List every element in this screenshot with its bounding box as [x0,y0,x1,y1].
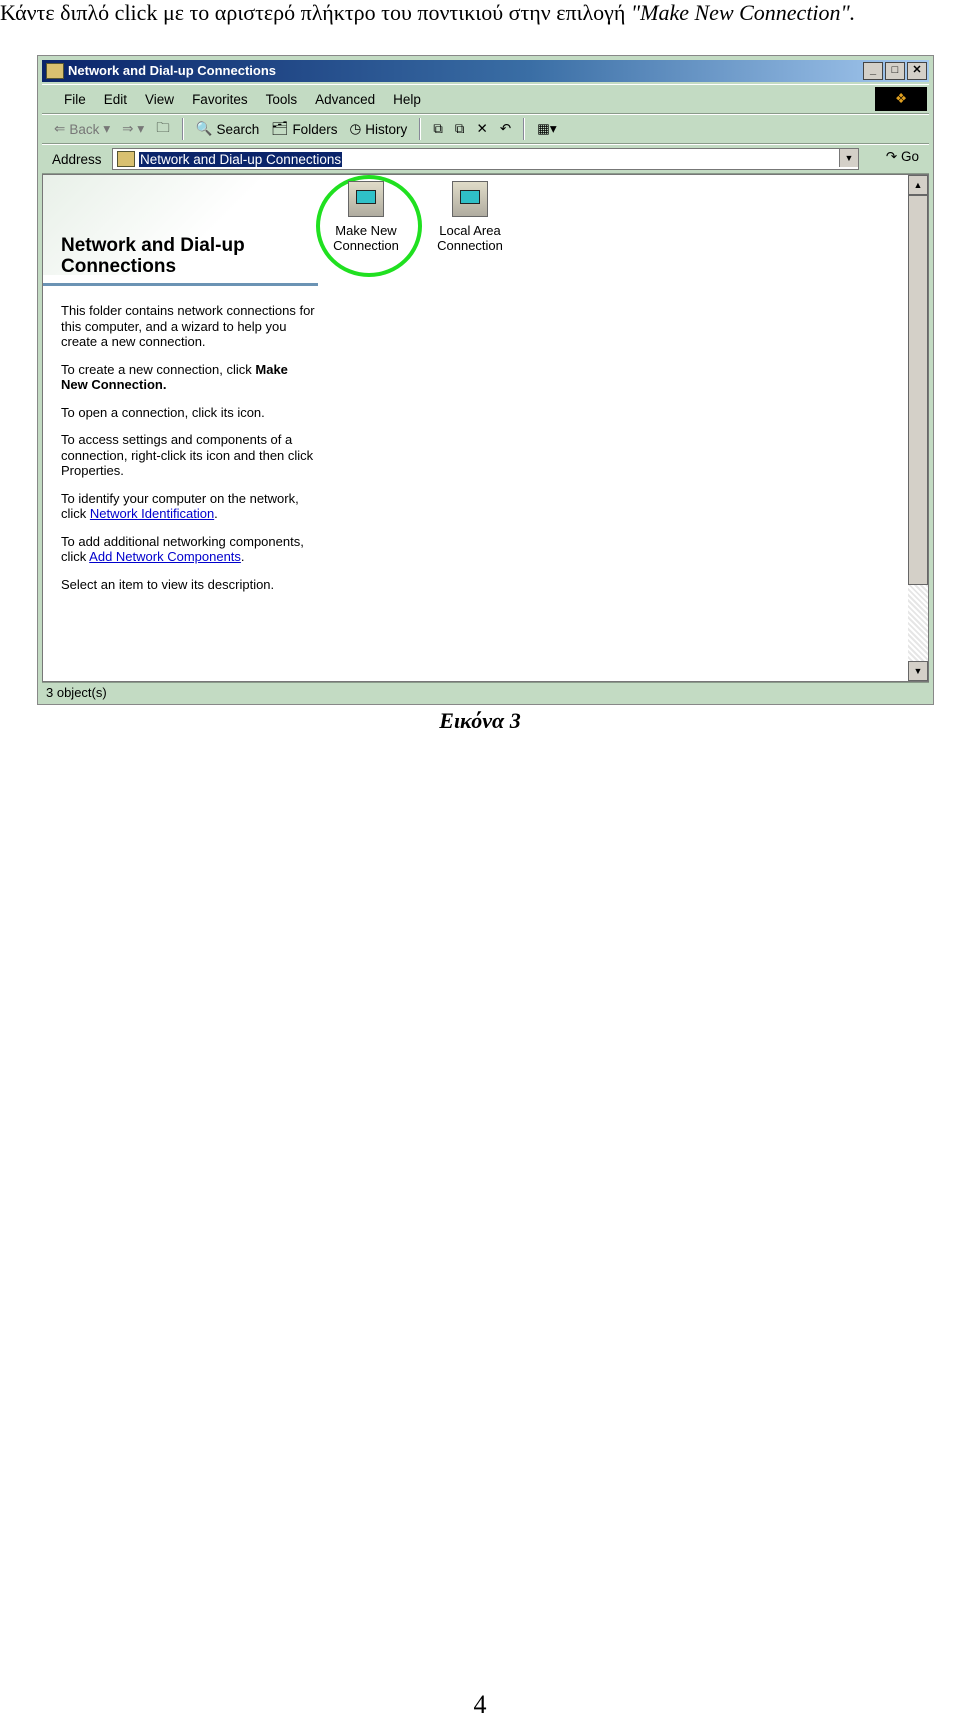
address-bar: Address Network and Dial-up Connections … [42,144,929,174]
address-input[interactable]: Network and Dial-up Connections ▼ [112,148,859,170]
folder-network-icon [117,151,135,167]
go-arrow-icon: ↷ [885,149,898,164]
instruction-body: Κάντε διπλό click με το αριστερό πλήκτρο… [0,0,631,25]
history-icon: ◷ [349,121,362,136]
address-value: Network and Dial-up Connections [139,151,343,167]
lan-connection-icon [452,181,488,217]
desc-p7: Select an item to view its description. [61,576,275,592]
menu-file[interactable]: File [64,92,86,107]
explorer-window: Network and Dial-up Connections _ □ ✕ Fi… [37,55,934,705]
panel-title: Network and Dial-up Connections [61,235,245,277]
instruction-text: Κάντε διπλό click με το αριστερό πλήκτρο… [0,0,855,26]
toolbar: ⇐ Back ▾ ⇒ ▾ 🗀 🔍 Search 🗂 Folders ◷ History … [42,114,929,144]
up-folder-button[interactable]: 🗀 [156,118,170,141]
up-folder-icon: 🗀 [156,119,170,135]
scroll-down-button[interactable]: ▼ [908,661,928,681]
network-identification-link[interactable]: Network Identification [90,506,214,521]
desc-p5: To identify your computer on the network… [61,491,316,522]
history-button[interactable]: ◷ History [349,121,407,137]
scroll-thumb[interactable] [908,195,928,585]
forward-arrow-icon: ⇒ [122,121,134,136]
menu-help[interactable]: Help [393,92,421,107]
search-label: Search [216,121,260,137]
copy-to-button[interactable]: ⧉ [455,121,465,137]
divider [181,118,184,140]
title-bar[interactable]: Network and Dial-up Connections _ □ ✕ [42,60,929,82]
undo-icon: ↶ [499,121,512,136]
search-button[interactable]: 🔍 Search [196,121,260,137]
copy-to-icon: ⧉ [454,121,465,136]
menu-advanced[interactable]: Advanced [315,92,375,107]
menu-edit[interactable]: Edit [104,92,127,107]
t: To create a new connection, click [61,361,256,377]
desc-p2: To create a new connection, click Make N… [61,362,316,393]
item-label: Make New Connection [333,223,399,253]
divider [419,118,422,140]
info-panel: Network and Dial-up Connections This fol… [43,175,318,681]
forward-button[interactable]: ⇒ ▾ [122,121,144,137]
windows-logo-icon: ❖ [875,87,927,111]
item-label: Local Area Connection [437,223,503,253]
desc-p3: To open a connection, click its icon. [61,404,265,420]
divider [523,118,526,140]
go-button[interactable]: ↷ Go [886,149,919,165]
views-icon: ▦▾ [537,121,557,136]
delete-icon: ✕ [476,121,488,136]
folder-view: Network and Dial-up Connections This fol… [42,174,929,682]
back-button[interactable]: ⇐ Back ▾ [54,121,110,137]
address-dropdown-button[interactable]: ▼ [839,149,858,167]
vertical-scrollbar[interactable]: ▲ ▼ [908,175,928,681]
figure-caption: Εικόνα 3 [439,708,521,733]
make-new-connection-icon [348,181,384,217]
divider [43,283,318,286]
scroll-up-button[interactable]: ▲ [908,175,928,195]
menu-tools[interactable]: Tools [266,92,298,107]
go-label: Go [900,149,919,164]
folders-label: Folders [292,121,338,137]
back-label: Back [69,121,100,137]
folders-icon: 🗂 [271,121,289,136]
t: . [240,549,245,564]
menu-favorites[interactable]: Favorites [192,92,248,107]
instruction-quote: "Make New Connection". [630,0,856,25]
desc-p4: To access settings and components of a c… [61,432,314,478]
page-number: 4 [473,1690,487,1719]
back-arrow-icon: ⇐ [54,121,66,136]
desc-p1: This folder contains network connections… [61,303,315,349]
move-to-button[interactable]: ⧉ [433,121,443,137]
status-bar: 3 object(s) [42,682,929,703]
search-icon: 🔍 [195,121,213,136]
local-area-connection-item[interactable]: Local Area Connection [425,181,515,253]
minimize-button[interactable]: _ [863,62,883,80]
views-button[interactable]: ▦▾ [537,121,557,137]
folders-button[interactable]: 🗂 Folders [271,121,337,137]
close-button[interactable]: ✕ [907,62,927,80]
panel-description: This folder contains network connections… [61,303,316,604]
address-label: Address [52,151,102,167]
t: . [214,506,218,521]
maximize-button[interactable]: □ [885,62,905,80]
menu-bar: File Edit View Favorites Tools Advanced … [42,84,929,114]
desc-p6: To add additional networking components,… [61,534,316,565]
undo-button[interactable]: ↶ [500,121,511,137]
menu-view[interactable]: View [145,92,174,107]
make-new-connection-item[interactable]: Make New Connection [321,181,411,253]
window-title: Network and Dial-up Connections [68,63,277,78]
add-network-components-link[interactable]: Add Network Components [89,549,241,564]
move-to-icon: ⧉ [433,121,443,136]
delete-button[interactable]: ✕ [477,121,488,137]
history-label: History [365,121,408,137]
folder-network-icon [46,63,64,79]
